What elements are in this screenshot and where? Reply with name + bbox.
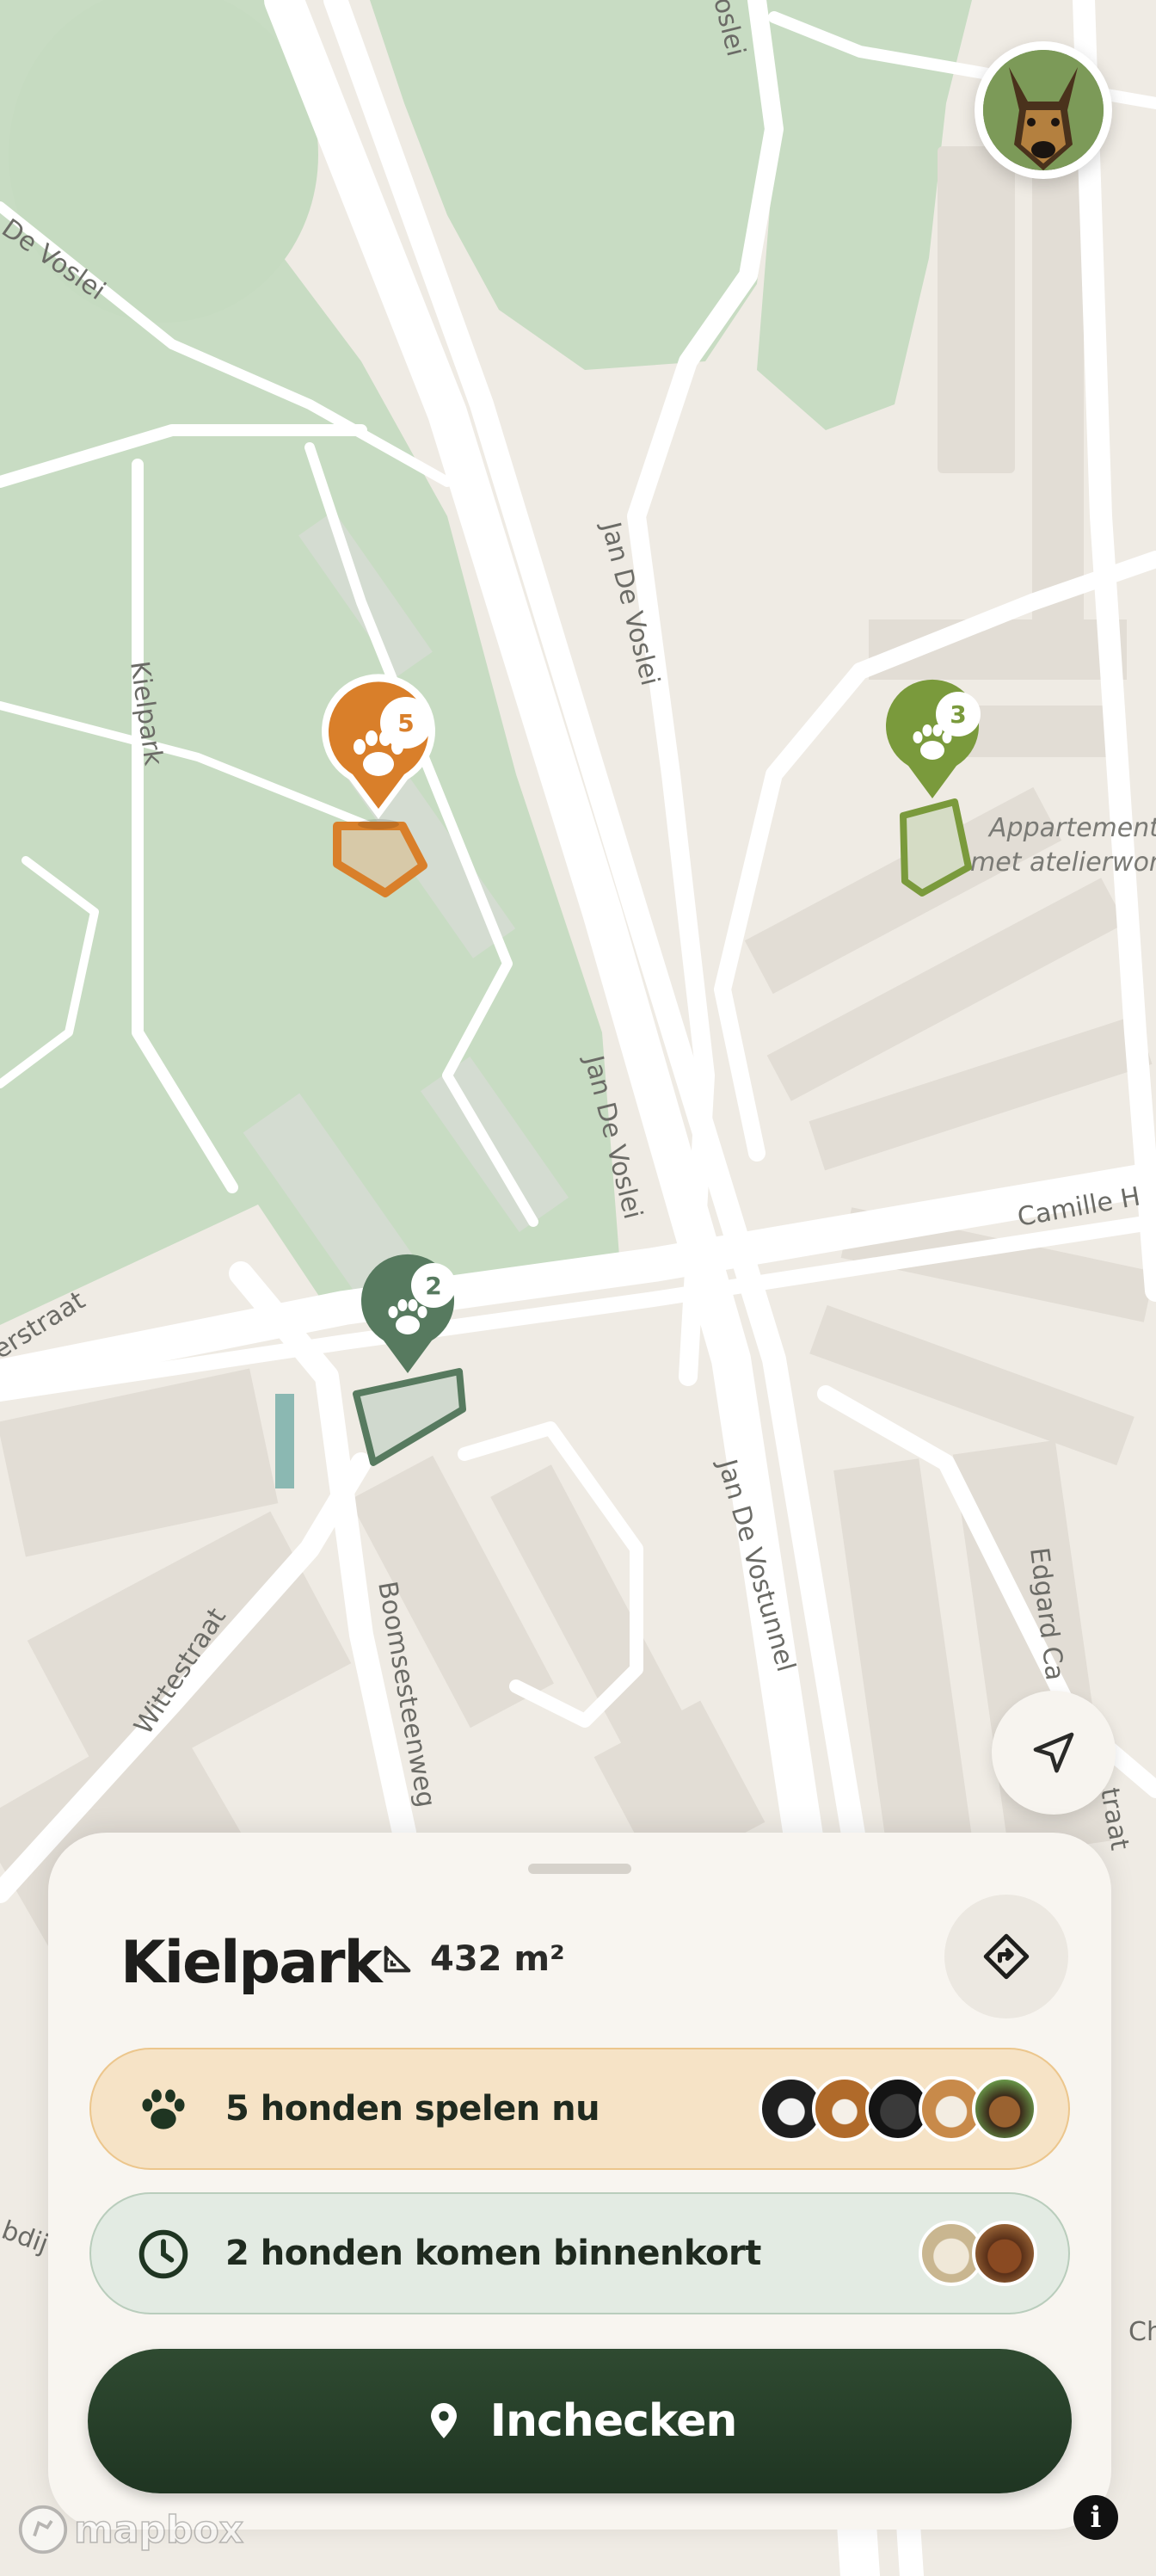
pin-count-badge: 2 [425,1272,441,1300]
dog-photo [983,50,1104,170]
dogs-playing-row[interactable]: 5 honden spelen nu [89,2048,1070,2170]
locate-me-button[interactable] [992,1691,1116,1815]
info-glyph: i [1090,2500,1102,2535]
dogs-playing-avatars [759,2076,1037,2142]
checkin-label: Inchecken [489,2395,738,2447]
dogs-coming-label: 2 honden komen binnenkort [225,2234,761,2273]
drag-handle[interactable] [528,1864,631,1874]
dog-avatar [972,2221,1037,2286]
directions-button[interactable] [944,1895,1068,2018]
dogs-playing-label: 5 honden spelen nu [225,2089,600,2129]
poi-label-line: met atelierwon [970,847,1156,878]
ruler-triangle-icon [384,1945,411,1973]
info-icon[interactable]: i [1073,2495,1118,2540]
location-pin-icon [430,2403,457,2438]
area-value: 432 m² [430,1939,565,1979]
mapbox-icon [18,2505,68,2554]
pin-count-badge: 5 [397,709,414,737]
checkin-button[interactable]: Inchecken [88,2349,1072,2493]
paw-icon [142,2089,185,2129]
dog-avatar [972,2076,1037,2142]
street-label: Ch [1128,2317,1156,2347]
poi-label-line: Appartement [987,813,1156,843]
park-area: 432 m² [380,1939,565,1979]
clock-icon [138,2229,188,2279]
dogs-coming-row[interactable]: 2 honden komen binnenkort [89,2192,1070,2314]
park-detail-sheet: Kielpark 432 m² 5 honden spelen nu 2 hon… [48,1833,1111,2530]
profile-avatar[interactable] [975,41,1112,179]
navigation-arrow-icon [1033,1732,1074,1773]
mapbox-logo[interactable]: mapbox [17,2504,244,2555]
directions-icon [983,1933,1030,1980]
mapbox-logo-text: mapbox [73,2507,244,2553]
pin-count-badge: 3 [950,700,966,729]
dogs-coming-avatars [919,2221,1037,2286]
park-title: Kielpark [120,1929,383,1997]
